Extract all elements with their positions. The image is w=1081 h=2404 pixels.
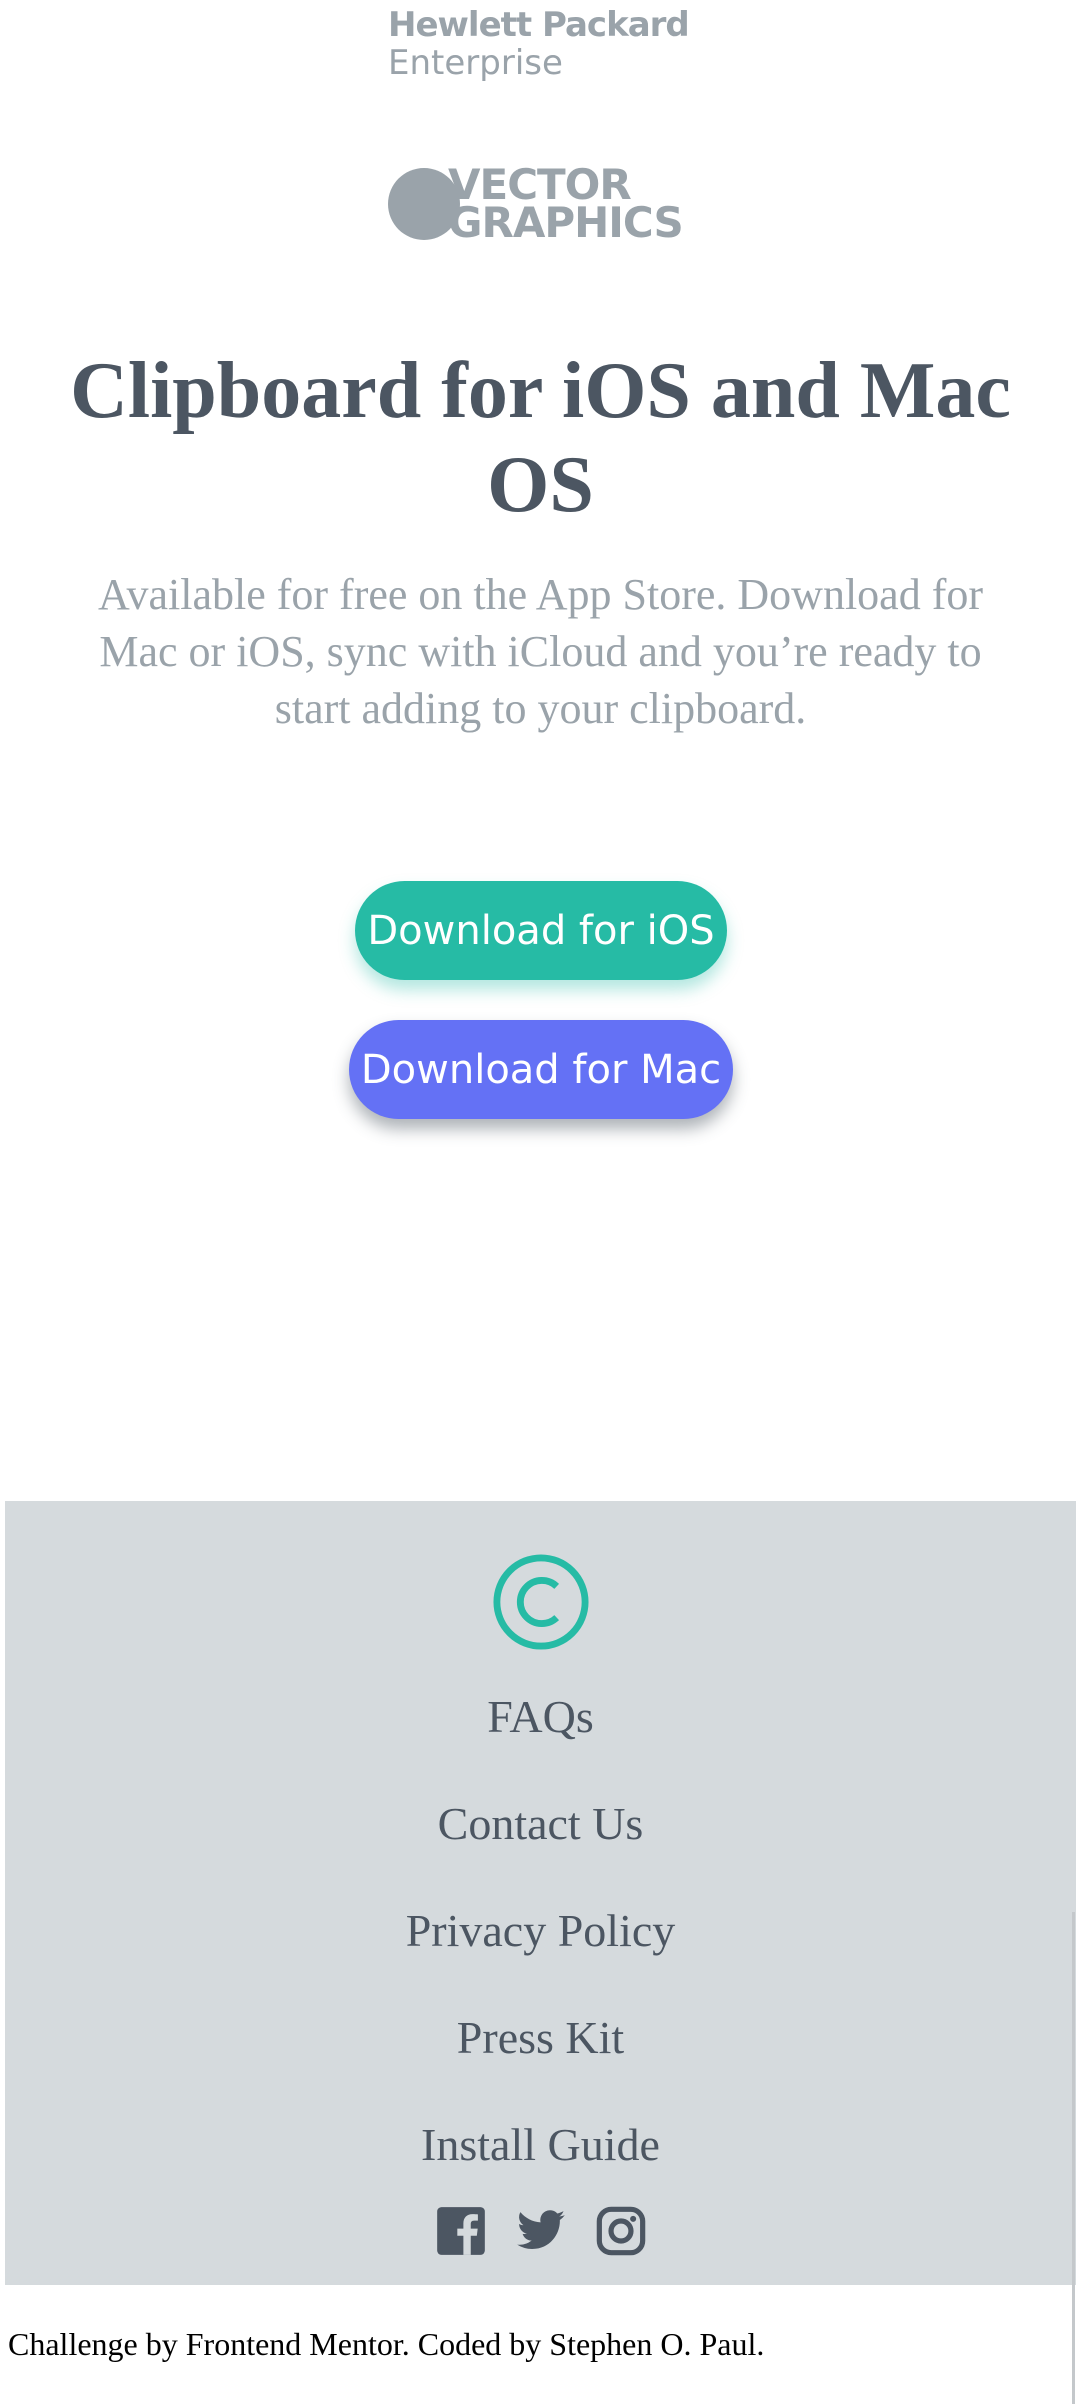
attribution-text: Challenge by Frontend Mentor. Coded by S… xyxy=(8,2326,765,2362)
social-links xyxy=(5,2205,1076,2257)
footer-link-privacy-policy[interactable]: Privacy Policy xyxy=(5,1903,1076,1959)
vector-graphics-logo-text: VECTOR GRAPHICS xyxy=(448,164,684,247)
footer-link-install-guide[interactable]: Install Guide xyxy=(5,2117,1076,2173)
hpe-logo-line2: Enterprise xyxy=(388,43,563,83)
footer-link-faqs[interactable]: FAQs xyxy=(5,1689,1076,1745)
clipboard-logo-icon[interactable] xyxy=(492,1553,590,1651)
instagram-icon[interactable] xyxy=(595,2205,647,2257)
cta-heading: Clipboard for iOS and Mac OS xyxy=(70,347,1011,529)
footer-link-press-kit[interactable]: Press Kit xyxy=(5,2010,1076,2066)
footer: FAQs Contact Us Privacy Policy Press Kit… xyxy=(5,1501,1076,2285)
hpe-logo: Hewlett Packard Enterprise xyxy=(388,6,708,82)
vg-logo-line2: GRAPHICS xyxy=(448,198,684,247)
hpe-logo-line1: Hewlett Packard xyxy=(388,5,690,45)
vector-graphics-logo: VECTOR GRAPHICS xyxy=(388,164,684,247)
page-scrollbar[interactable] xyxy=(1072,1912,1075,2404)
twitter-icon[interactable] xyxy=(515,2205,567,2257)
download-mac-button[interactable]: Download for Mac xyxy=(349,1020,733,1119)
footer-link-contact-us[interactable]: Contact Us xyxy=(5,1796,1076,1852)
cta-description: Available for free on the App Store. Dow… xyxy=(97,570,984,733)
facebook-icon[interactable] xyxy=(435,2205,487,2257)
download-ios-button[interactable]: Download for iOS xyxy=(355,881,727,980)
